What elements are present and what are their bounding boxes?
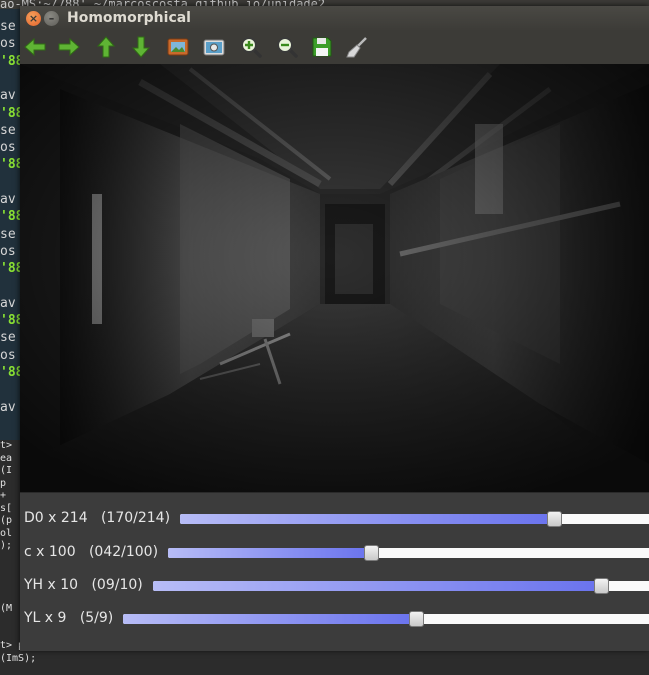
terminal-line: os xyxy=(0,36,16,52)
trackbar-readout: (5/9) xyxy=(79,610,114,626)
terminal-line: os xyxy=(0,243,16,259)
trackbar-row: D0 x 214 (170/214) xyxy=(20,503,649,533)
trackbar-panel: D0 x 214 (170/214) c x 100 (042/100) YH x … xyxy=(20,492,649,651)
trackbar-gap xyxy=(66,610,79,626)
trackbar-readout: (170/214) xyxy=(100,510,171,526)
zoom-out-icon xyxy=(277,37,298,58)
terminal-line: se xyxy=(0,226,16,242)
trackbar-name: D0 x 214 xyxy=(24,510,88,526)
trackbar-row: YH x 10 (09/10) xyxy=(20,570,649,600)
trackbar-readout: (09/10) xyxy=(91,577,143,593)
trackbar-name: c x 100 xyxy=(24,544,76,560)
trackbar-thumb[interactable] xyxy=(409,611,425,627)
arrow-left-icon xyxy=(24,37,46,57)
close-icon: × xyxy=(28,12,39,25)
screenshot-button[interactable] xyxy=(202,35,226,59)
terminal-code-line: t> xyxy=(0,440,13,451)
homomorphical-window: × – Homomorphical D0 x 214 (170/214) c x… xyxy=(20,6,649,651)
terminal-code-line: p xyxy=(0,477,7,489)
trackbar-fill xyxy=(123,614,416,624)
picture-icon xyxy=(167,38,189,56)
trackbar-label: YL x 9 (5/9) xyxy=(24,610,113,626)
terminal-code-line: ol xyxy=(0,527,13,539)
terminal-code-line: (ImS); xyxy=(0,652,37,664)
zoom-out-button[interactable] xyxy=(275,35,299,59)
trackbar-gap xyxy=(76,544,89,560)
terminal-code-line: (I xyxy=(0,465,13,476)
trackbar-name: YH x 10 xyxy=(24,577,79,593)
trackbar-fill xyxy=(152,581,600,591)
terminal-line: os xyxy=(0,140,16,156)
terminal-code-line: (p xyxy=(0,515,13,526)
save-button[interactable] xyxy=(310,35,334,59)
terminal-line: av xyxy=(0,192,16,207)
arrow-down-icon xyxy=(131,36,151,58)
clear-button[interactable] xyxy=(345,35,369,59)
minimize-window-button[interactable]: – xyxy=(44,11,59,26)
trackbar-name: YL x 9 xyxy=(24,610,67,626)
trackbar-slider[interactable] xyxy=(152,578,649,594)
trackbar-thumb[interactable] xyxy=(593,578,609,594)
close-window-button[interactable]: × xyxy=(26,11,41,26)
trackbar-fill xyxy=(180,514,554,524)
trackbar-slider[interactable] xyxy=(123,611,649,627)
corridor-photo xyxy=(20,64,649,492)
trackbar-slider[interactable] xyxy=(168,545,649,561)
trackbar-gap xyxy=(88,510,101,526)
trackbar-thumb[interactable] xyxy=(364,545,380,561)
terminal-line: os xyxy=(0,347,16,363)
up-button[interactable] xyxy=(94,35,118,59)
brush-icon xyxy=(346,37,367,58)
terminal-line: av xyxy=(0,88,16,104)
terminal-line: se xyxy=(0,330,16,346)
forward-button[interactable] xyxy=(57,35,81,59)
save-icon xyxy=(312,37,332,57)
down-button[interactable] xyxy=(129,35,153,59)
trackbar-row: YL x 9 (5/9) xyxy=(20,603,649,633)
minimize-icon: – xyxy=(48,12,55,25)
corridor-image xyxy=(20,64,649,492)
trackbar-fill xyxy=(168,548,371,558)
trackbar-label: D0 x 214 (170/214) xyxy=(24,510,170,526)
title-bar[interactable]: × – Homomorphical xyxy=(20,6,649,31)
terminal-line: av xyxy=(0,295,16,311)
terminal-line: se xyxy=(0,122,16,138)
terminal-code-line: (M xyxy=(0,602,13,614)
terminal-code-line: + xyxy=(0,490,7,501)
image-button[interactable] xyxy=(166,35,190,59)
trackbar-thumb[interactable] xyxy=(547,511,563,527)
window-title: Homomorphical xyxy=(67,10,191,26)
terminal-code-line: ); xyxy=(0,540,13,551)
trackbar-label: c x 100 (042/100) xyxy=(24,544,158,560)
back-button[interactable] xyxy=(23,35,47,59)
toolbar xyxy=(20,31,649,65)
zoom-in-icon xyxy=(241,37,262,58)
arrow-right-icon xyxy=(58,37,80,57)
arrow-up-icon xyxy=(96,36,116,58)
trackbar-gap xyxy=(78,577,91,593)
terminal-line: se xyxy=(0,19,16,34)
screenshot-icon xyxy=(203,39,225,56)
trackbar-slider[interactable] xyxy=(180,511,649,527)
trackbar-readout: (042/100) xyxy=(88,544,159,560)
zoom-in-button[interactable] xyxy=(239,35,263,59)
terminal-line: av xyxy=(0,399,16,415)
terminal-code-line: ea xyxy=(0,452,13,464)
trackbar-row: c x 100 (042/100) xyxy=(20,537,649,567)
terminal-code-line: s[ xyxy=(0,502,13,514)
trackbar-label: YH x 10 (09/10) xyxy=(24,577,143,593)
